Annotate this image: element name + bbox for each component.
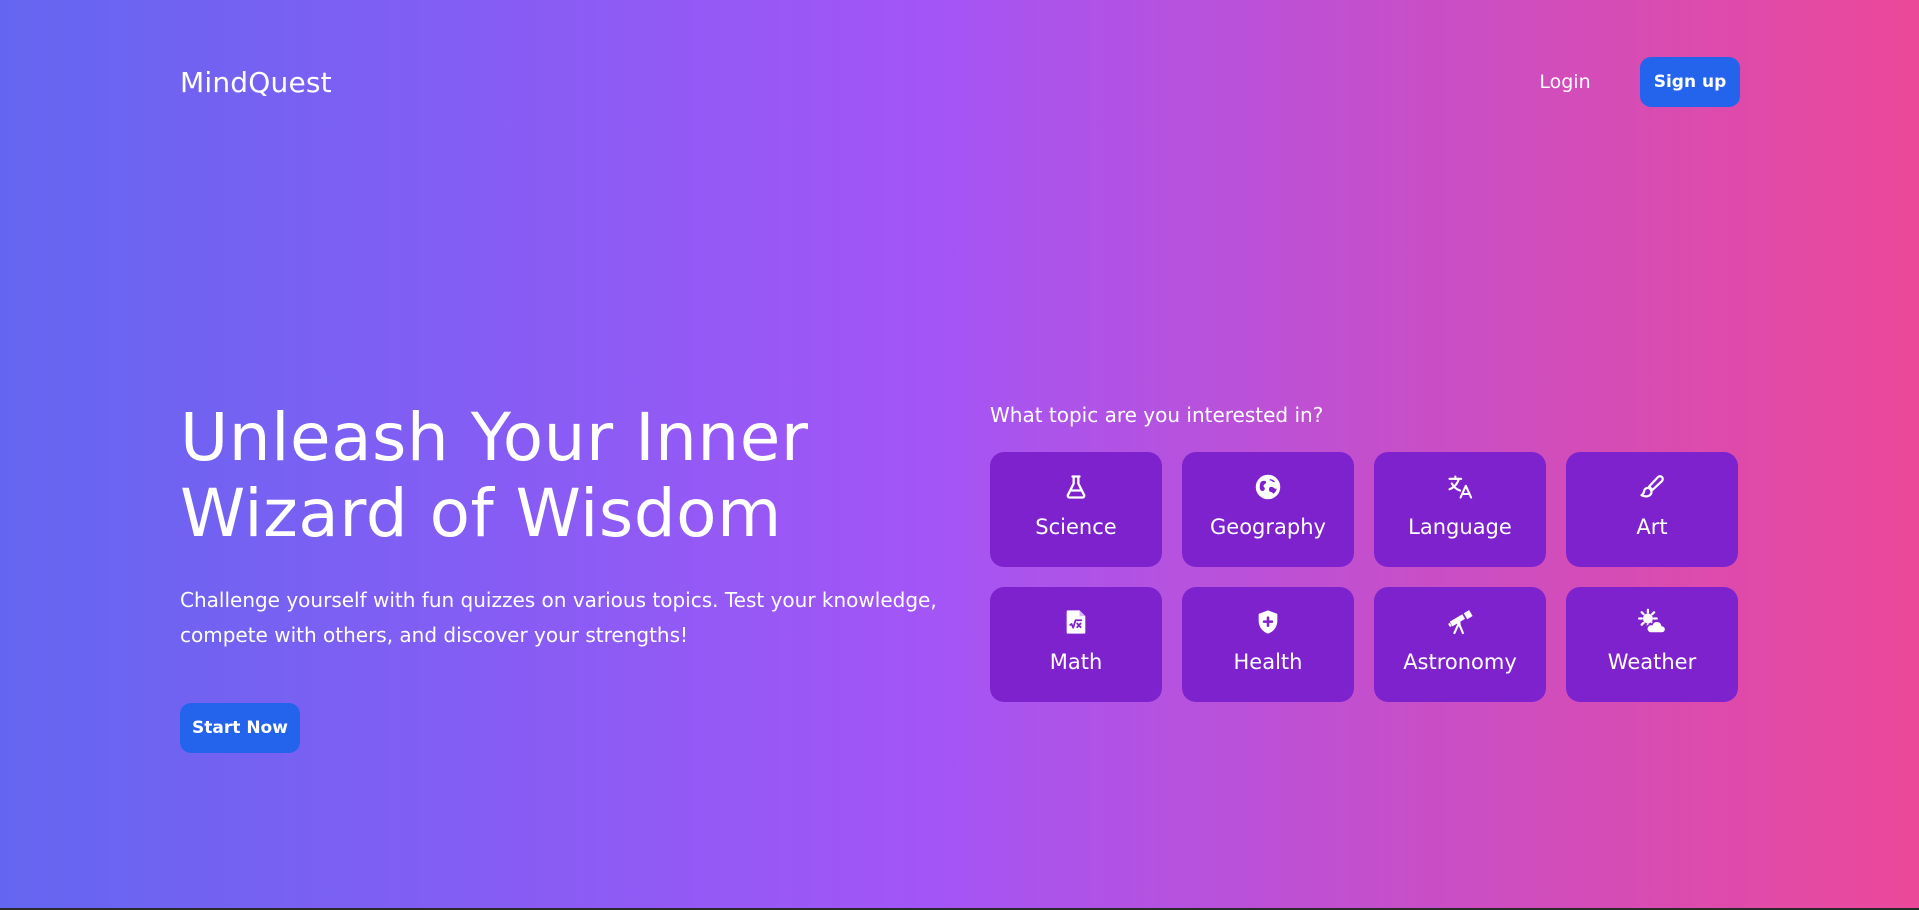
topic-label: Math — [1049, 650, 1103, 674]
topic-card-science[interactable]: Science — [990, 452, 1162, 567]
topic-label: Health — [1233, 650, 1303, 674]
topic-label: Geography — [1210, 515, 1326, 539]
paintbrush-icon — [1637, 472, 1667, 502]
translate-icon — [1445, 472, 1475, 502]
math-document-icon — [1061, 607, 1091, 637]
topic-card-weather[interactable]: Weather — [1566, 587, 1738, 702]
shield-plus-icon — [1253, 607, 1283, 637]
topic-card-language[interactable]: Language — [1374, 452, 1546, 567]
topic-label: Language — [1408, 515, 1512, 539]
hero-title-line-2: Wizard of Wisdom — [180, 475, 782, 552]
brand-logo[interactable]: MindQuest — [180, 64, 332, 102]
globe-icon — [1253, 472, 1283, 502]
signup-button[interactable]: Sign up — [1640, 57, 1740, 107]
topic-label: Art — [1636, 515, 1668, 539]
topic-card-math[interactable]: Math — [990, 587, 1162, 702]
telescope-icon — [1445, 607, 1475, 637]
start-now-button[interactable]: Start Now — [180, 703, 300, 753]
topic-card-geography[interactable]: Geography — [1182, 452, 1354, 567]
landing-page: MindQuest Login Sign up Unleash Your Inn… — [0, 0, 1919, 910]
hero-title-line-1: Unleash Your Inner — [180, 399, 809, 476]
topic-card-art[interactable]: Art — [1566, 452, 1738, 567]
topic-card-astronomy[interactable]: Astronomy — [1374, 587, 1546, 702]
flask-icon — [1061, 472, 1091, 502]
login-link[interactable]: Login — [1518, 57, 1612, 107]
topic-card-health[interactable]: Health — [1182, 587, 1354, 702]
sun-cloud-icon — [1637, 607, 1667, 637]
topic-label: Astronomy — [1403, 650, 1517, 674]
topic-prompt: What topic are you interested in? — [990, 403, 1324, 427]
topic-label: Science — [1035, 515, 1117, 539]
topic-grid: Science Geography Language Art Math Heal… — [990, 452, 1740, 702]
topic-label: Weather — [1607, 650, 1697, 674]
hero-title: Unleash Your Inner Wizard of Wisdom — [180, 400, 940, 552]
hero-subtitle: Challenge yourself with fun quizzes on v… — [180, 588, 937, 647]
